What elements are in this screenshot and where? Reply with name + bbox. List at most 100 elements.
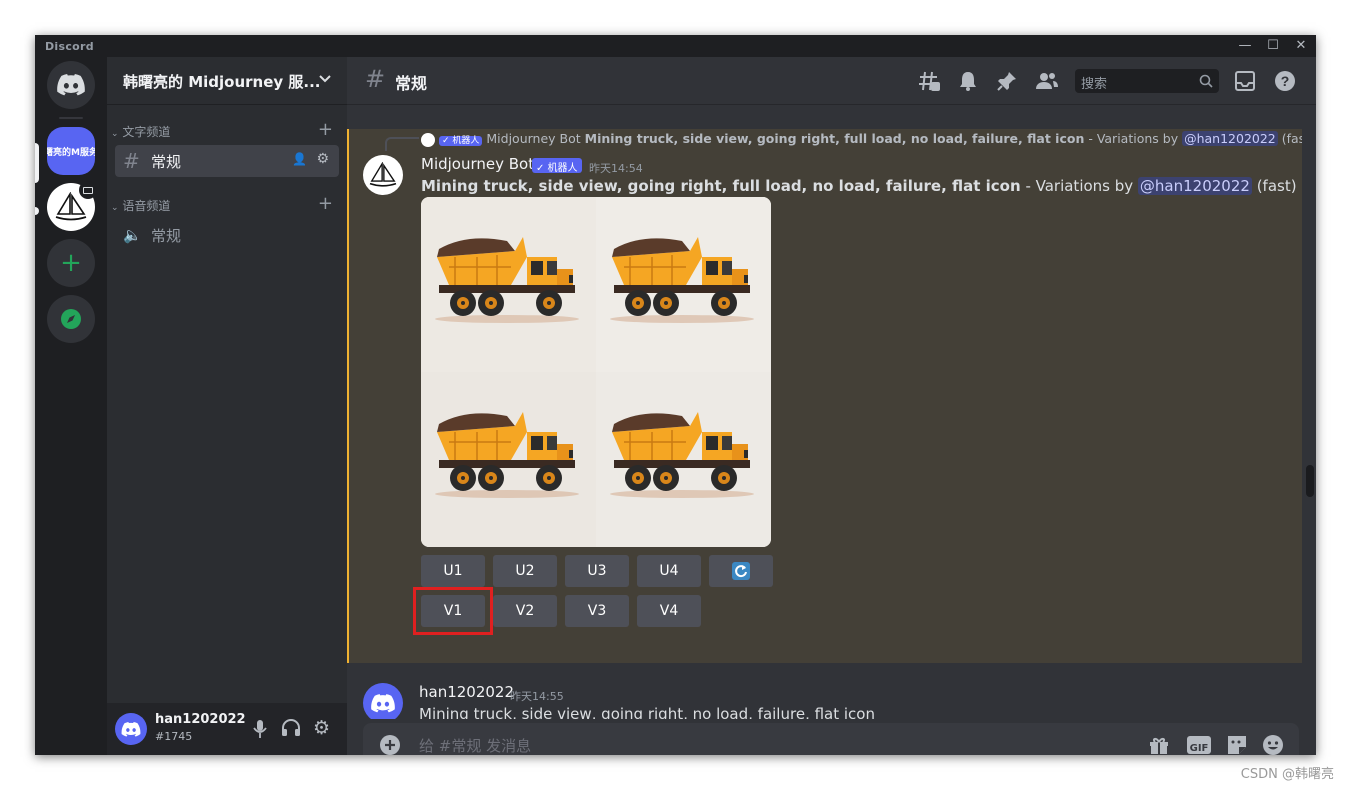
watermark: CSDN @韩曙亮 [1240,767,1334,782]
home-button[interactable] [47,61,95,109]
message-placeholder: 给 #常规 发消息 [419,737,532,755]
gif-label: GIF [1189,743,1209,754]
u3-button[interactable]: U3 [565,555,629,587]
create-voice-channel-plus-icon[interactable]: + [318,195,333,213]
scroll-thumb[interactable] [1306,465,1314,497]
v3-button[interactable]: V3 [565,595,629,627]
user-mention[interactable]: @han1202022 [1137,177,1252,195]
refresh-icon [732,562,750,580]
speed-tail: (fast) [1251,177,1297,195]
message-content: Mining truck, side view, going right, no… [419,705,875,719]
gear-icon[interactable]: ⚙ [316,151,329,167]
scrollbar[interactable] [1306,129,1314,719]
maximize-button[interactable]: ☐ [1260,37,1286,55]
screen-share-badge [79,181,97,199]
minimize-button[interactable]: — [1232,37,1258,55]
pin-icon[interactable] [995,69,1019,93]
emoji-icon[interactable] [1261,733,1285,755]
user-panel: han1202022 #1745 ⚙ [107,703,347,755]
message-list: ✓ 机器人 Midjourney Bot Mining truck, side … [347,129,1302,719]
member-list-icon[interactable] [1035,69,1059,93]
headphones-icon[interactable] [281,719,301,737]
channel-sidebar: 韩曙亮的 Midjourney 服... ⌄ 文字频道 + # 常规 👤 ⚙ ⌄… [107,57,347,755]
avatar[interactable] [363,683,403,719]
bot-tag: ✓ 机器人 [438,136,483,146]
truck-image-1 [421,197,596,372]
title-bar: Discord — ☐ ✕ [35,35,1316,57]
username: han1202022 [155,712,246,727]
inbox-icon[interactable] [1233,69,1257,93]
gif-icon[interactable]: GIF [1187,736,1211,754]
gift-icon[interactable] [1147,733,1171,755]
hashtag-icon: # [123,149,140,173]
unread-pill [35,207,39,215]
guild-header[interactable]: 韩曙亮的 Midjourney 服... [107,57,347,105]
active-server-pill [35,143,39,183]
search-input[interactable]: 搜索 [1075,69,1219,93]
invite-icon[interactable]: 👤 [292,152,307,166]
image-grid[interactable] [421,197,771,547]
message-timestamp: 昨天14:54 [589,162,643,175]
reply-mention[interactable]: @han1202022 [1182,131,1278,146]
reply-connector [385,137,419,151]
server-icon-midjourney-server[interactable]: 曙亮的M服务 [47,127,95,175]
truck-image-4 [596,372,771,547]
u2-button[interactable]: U2 [493,555,557,587]
message-input[interactable]: 给 #常规 发消息 GIF [363,723,1299,755]
user-tag: #1745 [155,730,193,743]
reply-author: Midjourney Bot [486,131,581,146]
truck-image-2 [596,197,771,372]
user-settings-gear-icon[interactable]: ⚙ [313,717,330,739]
monitor-icon [83,186,93,194]
search-icon [1199,74,1213,88]
explore-servers-button[interactable] [47,295,95,343]
reroll-button[interactable] [709,555,773,587]
chevron-down-icon: ⌄ [111,129,119,139]
plus-icon: + [60,248,82,278]
v2-button[interactable]: V2 [493,595,557,627]
u1-button[interactable]: U1 [421,555,485,587]
mining-truck-illustration [434,411,580,499]
reply-preview[interactable]: ✓ 机器人 Midjourney Bot Mining truck, side … [421,131,1302,147]
message-author[interactable]: Midjourney Bot [421,155,534,173]
avatar[interactable] [363,155,403,195]
channel-item-general[interactable]: # 常规 👤 ⚙ [115,145,339,177]
sticker-icon[interactable] [1225,733,1249,755]
compass-icon [61,309,81,329]
channel-title: 常规 [395,74,428,93]
bell-icon[interactable] [956,69,980,93]
add-attachment-icon[interactable] [379,734,401,755]
microphone-icon[interactable] [253,719,267,739]
discord-logo-icon [371,693,395,712]
mining-truck-illustration [609,411,755,499]
category-voice-channels[interactable]: ⌄ 语音频道 [111,197,170,214]
channel-header: # 常规 搜索 ? [347,57,1316,105]
v1-highlight-annotation [413,587,493,635]
threads-icon[interactable] [917,69,941,93]
channel-item-voice-general[interactable]: 🔈 常规 [115,219,339,251]
channel-name: 常规 [151,226,182,245]
help-icon[interactable]: ? [1273,69,1297,93]
discord-logo-icon [57,74,85,96]
category-text-channels[interactable]: ⌄ 文字频道 [111,123,170,140]
rail-separator [59,117,83,119]
category-label: 文字频道 [122,125,171,139]
variation-suffix: - Variations by [1020,177,1138,195]
message-content: Mining truck, side view, going right, fu… [421,177,1297,195]
v4-button[interactable]: V4 [637,595,701,627]
create-text-channel-plus-icon[interactable]: + [318,121,333,139]
bot-tag: ✓ 机器人 [532,158,582,174]
avatar [421,132,435,147]
add-server-button[interactable]: + [47,239,95,287]
close-button[interactable]: ✕ [1288,37,1314,55]
u4-button[interactable]: U4 [637,555,701,587]
server-icon-midjourney[interactable] [47,181,97,231]
server-label: 曙亮的M服务 [47,147,95,158]
reply-tail: (fas [1281,131,1302,146]
hashtag-icon: # [365,65,386,93]
avatar[interactable] [115,713,147,745]
category-label: 语音频道 [122,199,171,213]
chat-main: # 常规 搜索 ? ✓ 机器人 Midjourney Bot Mining tr… [347,57,1316,755]
message-author[interactable]: han1202022 [419,683,514,701]
speaker-icon: 🔈 [123,226,142,244]
